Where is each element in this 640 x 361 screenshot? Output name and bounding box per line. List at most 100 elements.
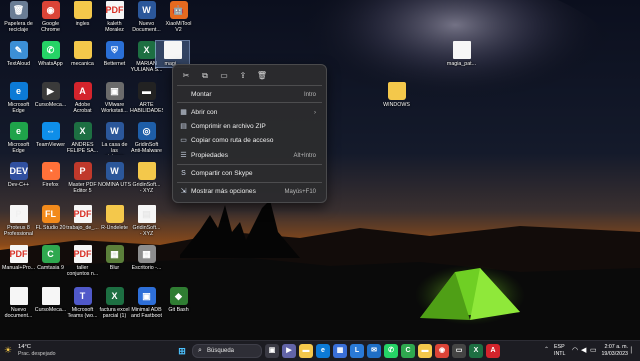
excel-icon[interactable]: X bbox=[469, 344, 483, 358]
desktop-icon[interactable]: A Adobe Acrobat bbox=[66, 82, 99, 114]
desktop-icon[interactable]: magia_pat... bbox=[445, 41, 478, 67]
desktop-icon-image: DEV bbox=[9, 162, 28, 180]
desktop-icon-image: C bbox=[41, 245, 60, 263]
desktop-icon-label: Dev-C++ bbox=[7, 182, 30, 188]
desktop-icon-label: TextAloud bbox=[6, 61, 31, 67]
desktop-icon[interactable]: 🗑 Papelera de reciclaje bbox=[2, 1, 35, 33]
desktop-icon[interactable]: ▬ ARTE HABILIDADES bbox=[130, 82, 163, 114]
start-button[interactable]: ⊞ bbox=[175, 344, 189, 358]
desktop-icon-label: WhatsApp bbox=[38, 61, 63, 67]
desktop-icon[interactable]: ⇔ TeamViewer bbox=[34, 122, 67, 148]
desktop-icon[interactable]: W Nuevo Document... bbox=[130, 1, 163, 33]
files-icon[interactable]: ▬ bbox=[418, 344, 432, 358]
notification-icon[interactable]: ▏ bbox=[631, 347, 636, 355]
chrome-icon[interactable]: ◉ bbox=[435, 344, 449, 358]
desktop-icon[interactable]: PDF taller conjuntos n... bbox=[66, 245, 99, 277]
explorer-icon[interactable]: ▬ bbox=[299, 344, 313, 358]
menu-item[interactable]: ⇲ Mostrar más opciones Mayús+F10 bbox=[177, 186, 322, 198]
whatsapp-icon[interactable]: ✆ bbox=[384, 344, 398, 358]
desktop-icon[interactable]: ◆ Git Bash bbox=[162, 287, 195, 313]
menu-item[interactable]: ☰ Propiedades Alt+Intro bbox=[177, 150, 322, 162]
desktop-icon[interactable]: C Camtasia 9 bbox=[34, 245, 67, 271]
desktop-icon[interactable]: e Microsoft Edge bbox=[2, 122, 35, 154]
chevron-up-icon[interactable]: ⌃ bbox=[544, 346, 549, 353]
volume-icon[interactable]: ◀ bbox=[581, 346, 586, 354]
cut-icon[interactable]: ✂ bbox=[178, 69, 194, 83]
clock-date[interactable]: 19/03/2023 bbox=[601, 351, 628, 357]
desktop-icon[interactable]: ◔ Firefox bbox=[34, 162, 67, 188]
menu-separator bbox=[177, 164, 322, 165]
camtasia-icon[interactable]: C bbox=[401, 344, 415, 358]
desktop-icon[interactable]: ✆ WhatsApp bbox=[34, 41, 67, 67]
store-icon[interactable]: ▦ bbox=[333, 344, 347, 358]
desktop-icon[interactable]: Xfactura excel parcial (1) bbox=[98, 287, 131, 319]
desktop-icon-image: ▣ bbox=[105, 82, 124, 100]
desktop-icon[interactable]: ◉ Google Chrome bbox=[34, 1, 67, 33]
desktop-icon-label: XiaoMiTool V2 bbox=[165, 21, 192, 34]
wifi-icon[interactable]: ◠ bbox=[572, 346, 578, 354]
desktop-icon[interactable]: ▶ CursoMeca... bbox=[34, 82, 67, 108]
desktop-icon[interactable]: ▤ GridinSoft... - XYZ bbox=[130, 205, 163, 237]
desktop-icon[interactable]: FL FL Studio 20 bbox=[34, 205, 67, 231]
desktop-icon[interactable]: P Proteus 8 Professional bbox=[2, 205, 35, 237]
desktop-icon-label: VMware Workstati... bbox=[101, 102, 128, 115]
desktop-icon[interactable]: ▦ Escritorio -... bbox=[130, 245, 163, 271]
desktop-icon[interactable]: W La casa de las pinturas bbox=[98, 122, 131, 155]
desktop-icon[interactable]: R-Undelete bbox=[98, 205, 131, 231]
desktop-icon[interactable]: 🤖 XiaoMiTool V2 bbox=[162, 1, 195, 33]
desktop-icon[interactable]: ▦ Blur bbox=[98, 245, 131, 271]
desktop-icon-image: ◔ bbox=[41, 162, 60, 180]
terminal-icon[interactable]: ▭ bbox=[452, 344, 466, 358]
task-view-icon[interactable]: ▣ bbox=[265, 344, 279, 358]
menu-item[interactable]: ▤ Comprimir en archivo ZIP bbox=[177, 121, 322, 133]
zip-icon: ▤ bbox=[180, 123, 187, 130]
battery-icon[interactable]: ▭ bbox=[590, 346, 597, 354]
desktop-icon[interactable]: PDF kaleth Moralez bbox=[98, 1, 131, 33]
desktop-icon-image bbox=[105, 205, 124, 223]
pdf-icon[interactable]: A bbox=[486, 344, 500, 358]
share-icon[interactable]: ⇪ bbox=[235, 69, 251, 83]
input-layout[interactable]: INTL bbox=[554, 351, 565, 357]
edge-icon[interactable]: e bbox=[316, 344, 330, 358]
desktop-icon[interactable]: ✎ TextAloud bbox=[2, 41, 35, 67]
properties-icon: ☰ bbox=[180, 152, 187, 159]
desktop-icon[interactable]: P Master PDF Editor 5 bbox=[66, 162, 99, 194]
desktop-icon-label: Git Bash bbox=[168, 307, 189, 313]
desktop-icon[interactable]: mecanica bbox=[66, 41, 99, 67]
meet-icon[interactable]: ▶ bbox=[282, 344, 296, 358]
menu-item[interactable]: Montar Intro bbox=[177, 89, 322, 101]
menu-item[interactable]: ▭ Copiar como ruta de acceso bbox=[177, 135, 322, 147]
rename-icon[interactable]: ▭ bbox=[216, 69, 232, 83]
desktop-icon[interactable]: W NOMINA UTS bbox=[98, 162, 131, 188]
desktop-icon[interactable]: WINDOWS bbox=[380, 82, 413, 108]
desktop-icon[interactable]: PDF trabajo_de_... bbox=[66, 205, 99, 231]
desktop-icon[interactable]: CursoMeca... bbox=[34, 287, 67, 313]
search-box[interactable]: ⌕ Búsqueda bbox=[192, 344, 262, 358]
mail-icon[interactable]: ✉ bbox=[367, 344, 381, 358]
desktop-icon[interactable]: ⛨ Betternet bbox=[98, 41, 131, 67]
desktop-icon[interactable]: X ANDRES FELIPE SA... bbox=[66, 122, 99, 154]
desktop-icon-image bbox=[73, 41, 92, 59]
desktop-icon[interactable]: PDF Manual+Pro... bbox=[2, 245, 35, 271]
desktop-icon[interactable]: ▣ VMware Workstati... bbox=[98, 82, 131, 114]
menu-item[interactable]: S Compartir con Skype bbox=[177, 168, 322, 180]
desktop-icon[interactable]: GridinSoft... - XYZ bbox=[130, 162, 163, 194]
menu-item[interactable]: ▦ Abrir con › bbox=[177, 107, 322, 119]
desktop-icon[interactable]: ▣ Minimal ADB and Fastboot bbox=[130, 287, 163, 319]
desktop-icon-label: kaleth Moralez bbox=[105, 21, 124, 34]
desktop-icon-label: factura excel parcial (1) bbox=[99, 307, 130, 320]
input-language[interactable]: ESP bbox=[554, 344, 565, 350]
desktop-icon[interactable]: Nuevo document... bbox=[2, 287, 35, 319]
desktop-icon[interactable]: e Microsoft Edge bbox=[2, 82, 35, 114]
desktop-icon[interactable]: ingles bbox=[66, 1, 99, 27]
delete-icon[interactable]: 🗑 bbox=[254, 69, 270, 83]
clock-time[interactable]: 2:07 a. m. bbox=[604, 344, 628, 350]
desktop-icon-label: Manual+Pro... bbox=[2, 265, 35, 271]
desktop-icon[interactable]: ◎ GridinSoft Anti-Malware bbox=[130, 122, 163, 154]
copy-icon[interactable]: ⧉ bbox=[197, 69, 213, 83]
desktop-icon[interactable]: T Microsoft Teams (wo... bbox=[66, 287, 99, 319]
desktop-icon-image bbox=[41, 287, 60, 305]
desktop-icon[interactable]: DEV Dev-C++ bbox=[2, 162, 35, 188]
lmms-icon[interactable]: L bbox=[350, 344, 364, 358]
desktop-icon-image: ✆ bbox=[41, 41, 60, 59]
